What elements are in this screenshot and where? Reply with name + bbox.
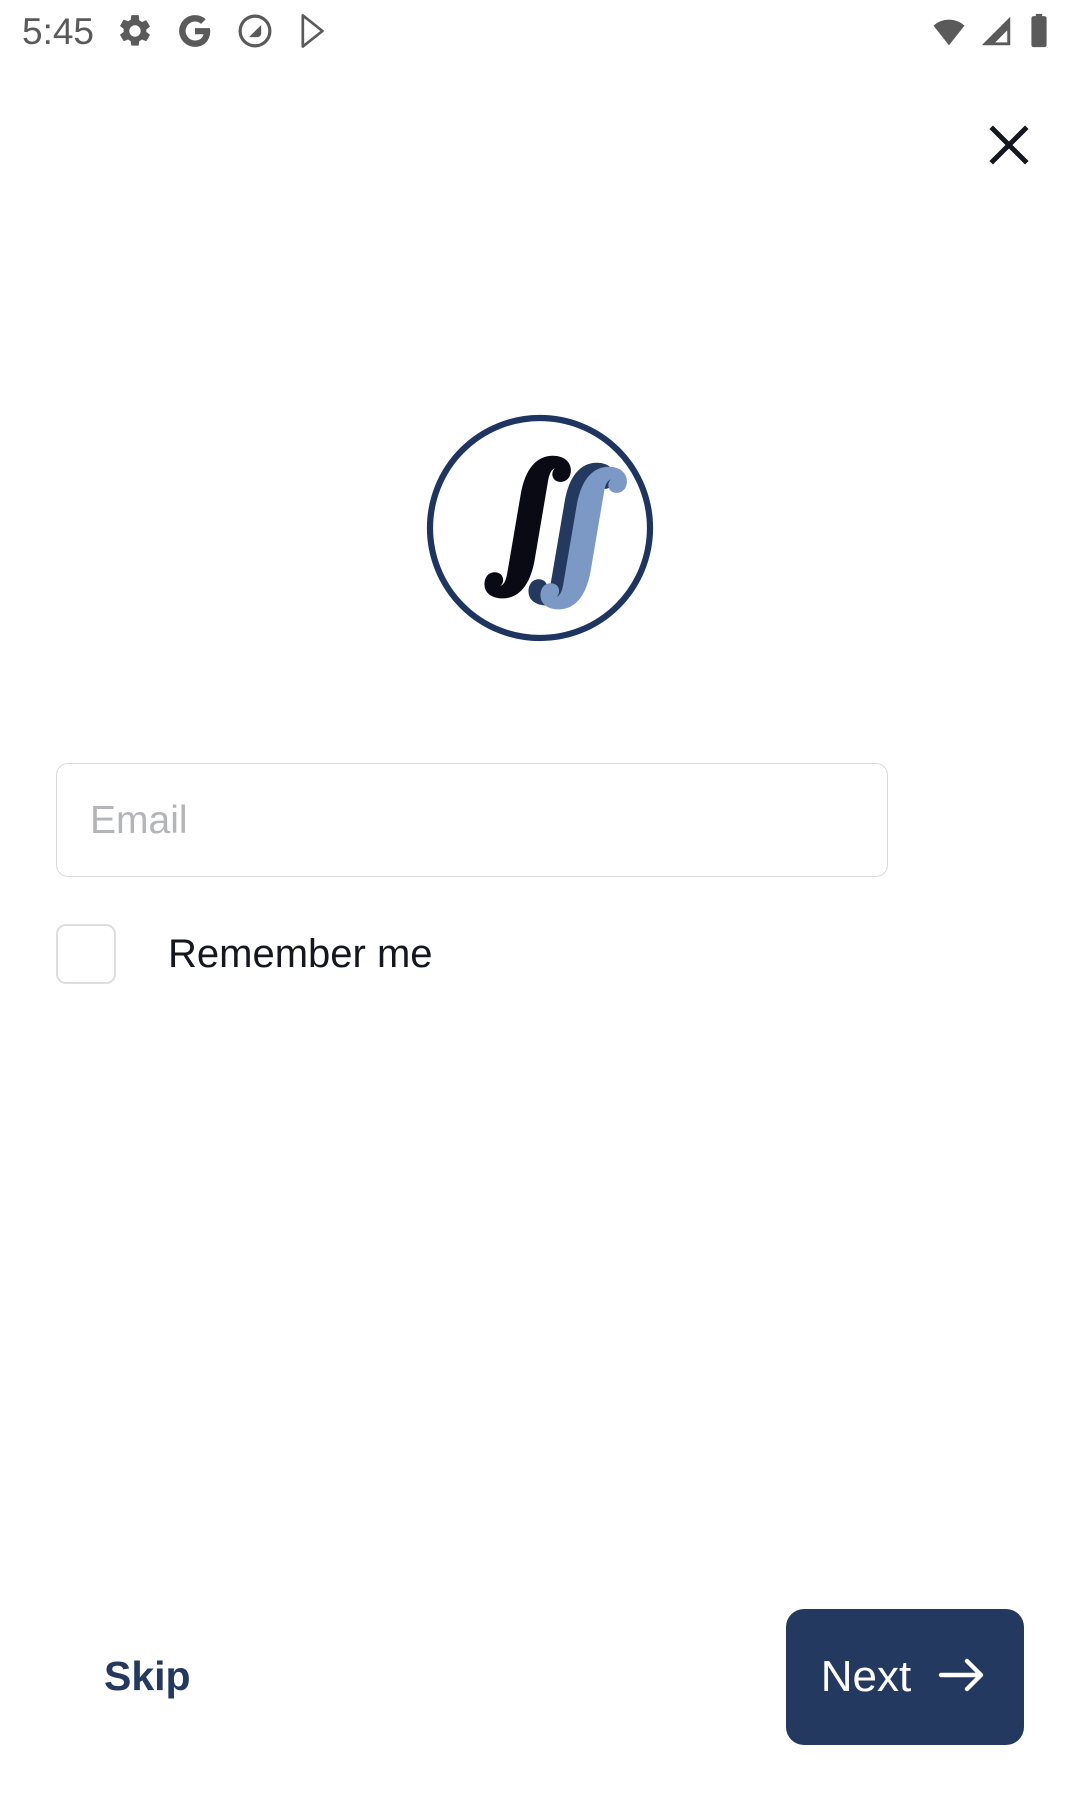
wifi-icon bbox=[930, 12, 968, 50]
cellular-signal-icon bbox=[977, 12, 1015, 50]
close-x-icon bbox=[983, 119, 1035, 174]
logo-container bbox=[0, 412, 1080, 644]
remember-me-row[interactable]: Remember me bbox=[56, 922, 1024, 986]
footer-actions: Skip Next bbox=[0, 1560, 1080, 1793]
arrow-right-icon bbox=[937, 1655, 989, 1698]
login-form: Email Remember me bbox=[56, 763, 1024, 986]
circle-arrow-icon bbox=[236, 12, 274, 50]
email-input-container[interactable]: Email bbox=[56, 763, 888, 877]
next-button[interactable]: Next bbox=[786, 1608, 1024, 1745]
skip-button[interactable]: Skip bbox=[68, 1642, 227, 1711]
status-bar-clock: 5:45 bbox=[22, 10, 95, 52]
remember-me-checkbox[interactable] bbox=[56, 924, 116, 984]
battery-icon bbox=[1024, 12, 1054, 50]
status-bar-left: 5:45 bbox=[22, 12, 334, 50]
play-store-icon bbox=[296, 12, 334, 50]
close-button[interactable] bbox=[966, 103, 1052, 189]
app-logo bbox=[424, 412, 656, 644]
remember-me-label: Remember me bbox=[168, 932, 433, 976]
triple-integral-logo-svg bbox=[426, 414, 654, 642]
settings-gear-icon bbox=[116, 12, 154, 50]
onboarding-login-screen: 5:45 Email Remember me Skip Next bbox=[0, 0, 1080, 1793]
google-g-icon bbox=[176, 12, 214, 50]
status-bar-right bbox=[930, 12, 1054, 50]
status-bar: 5:45 bbox=[0, 0, 1080, 62]
next-button-label: Next bbox=[820, 1651, 912, 1701]
email-input-placeholder: Email bbox=[90, 798, 188, 842]
